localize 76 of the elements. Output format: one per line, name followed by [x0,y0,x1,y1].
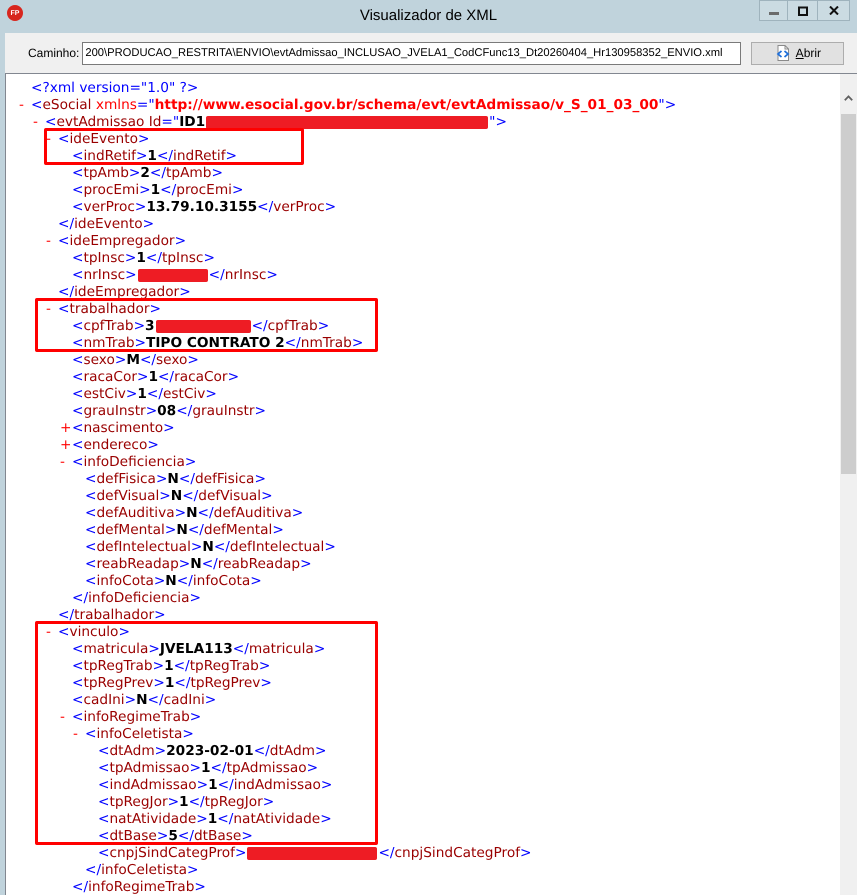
xml-line: <tpInsc>1</tpInsc> [72,250,215,267]
xml-line: <cnpjSindCategProf> [98,845,246,862]
minimize-button[interactable] [759,0,788,21]
tree-toggle[interactable]: - [59,454,65,471]
close-button[interactable] [818,0,850,21]
tree-toggle[interactable]: - [45,131,51,148]
xml-line: <trabalhador> [58,301,161,318]
xml-line: <infoCeletista> [85,726,194,743]
xml-line: </nrInsc> [208,267,278,284]
xml-line: <natAtividade>1</natAtividade> [98,811,332,828]
xml-line: </trabalhador> [58,607,166,624]
tree-toggle[interactable]: - [45,233,51,250]
tree-toggle[interactable]: + [59,420,72,437]
xml-line: <ideEvento> [58,131,150,148]
xml-line: </ideEvento> [58,216,154,233]
xml-line: <defFisica>N</defFisica> [85,471,266,488]
path-label: Caminho: [28,45,80,62]
tree-toggle[interactable]: - [45,301,51,318]
xml-line: <sexo>M</sexo> [72,352,199,369]
xml-line: <grauInstr>08</grauInstr> [72,403,266,420]
xml-line: <tpAmb>2</tpAmb> [72,165,223,182]
xml-line: <dtAdm>2023-02-01</dtAdm> [98,743,326,760]
xml-line: </cnpjSindCategProf> [378,845,532,862]
xml-line: <verProc>13.79.10.3155</verProc> [72,199,336,216]
open-button[interactable]: Abrir [751,42,844,64]
tree-toggle[interactable]: - [72,726,78,743]
xml-line: </ideEmpregador> [58,284,191,301]
xml-line: </cpfTrab> [252,318,330,335]
xml-line: <nmTrab>TIPO CONTRATO 2</nmTrab> [72,335,364,352]
xml-line: <procEmi>1</procEmi> [72,182,244,199]
xml-line: </infoRegimeTrab> [72,879,206,895]
path-field[interactable]: 200\PRODUCAO_RESTRITA\ENVIO\evtAdmissao_INCLUSAO_JVELA1_CodCFunc13_Dt20260404_Hr130958352_ENVIO.xml [82,42,742,64]
xml-line: <defVisual>N</defVisual> [85,488,273,505]
xml-line: <tpRegTrab>1</tpRegTrab> [72,658,270,675]
close-icon [828,6,838,15]
xml-line: <estCiv>1</estCiv> [72,386,217,403]
xml-line: <vinculo> [58,624,130,641]
maximize-icon [798,6,808,16]
xml-line: <nrInsc> [72,267,137,284]
xml-line: <ideEmpregador> [58,233,186,250]
xml-line: <infoDeficiencia> [72,454,196,471]
tree-toggle[interactable]: - [59,709,65,726]
xml-line: </infoCeletista> [85,862,198,879]
caret-up-icon [844,94,853,100]
tree-toggle[interactable]: - [45,624,51,641]
xml-line: "> [489,114,507,131]
xml-line: <nascimento> [72,420,175,437]
xml-line: <defMental>N</defMental> [85,522,284,539]
xml-line: <eSocial xmlns="http://www.esocial.gov.br/schema/evt/evtAdmissao/v_S_01_03_00"> [31,97,676,114]
minimize-icon [768,12,778,15]
xml-line: <dtBase>5</dtBase> [98,828,253,845]
tree-toggle[interactable]: - [18,97,24,114]
scrollbar-thumb[interactable] [841,114,856,474]
xml-line: <indAdmissao>1</indAdmissao> [98,777,332,794]
xml-line: <cadIni>N</cadIni> [72,692,216,709]
tree-toggle[interactable]: - [32,114,38,131]
window-title: Visualizador de XML [360,7,498,25]
xml-line: <tpRegPrev>1</tpRegPrev> [72,675,272,692]
xml-line: <defAuditiva>N</defAuditiva> [85,505,304,522]
code-file-icon [774,45,791,61]
xml-line: <racaCor>1</racaCor> [72,369,240,386]
xml-line: <indRetif>1</indRetif> [72,148,237,165]
xml-line: <endereco> [72,437,159,454]
xml-line: <defIntelectual>N</defIntelectual> [85,539,336,556]
tree-toggle[interactable]: + [59,437,72,454]
xml-line: <tpRegJor>1</tpRegJor> [98,794,274,811]
xml-line: </infoDeficiencia> [72,590,201,607]
xml-line: <infoRegimeTrab> [72,709,202,726]
xml-line: <?xml version="1.0" ?> [31,80,198,97]
xml-line: <evtAdmissao Id="ID1 [45,114,206,131]
xml-line: <tpAdmissao>1</tpAdmissao> [98,760,318,777]
xml-line: <reabReadap>N</reabReadap> [85,556,312,573]
maximize-button[interactable] [788,0,818,21]
xml-line: <cpfTrab>3 [72,318,155,335]
xml-line: <infoCota>N</infoCota> [85,573,262,590]
xml-line: <matricula>JVELA113</matricula> [72,641,326,658]
